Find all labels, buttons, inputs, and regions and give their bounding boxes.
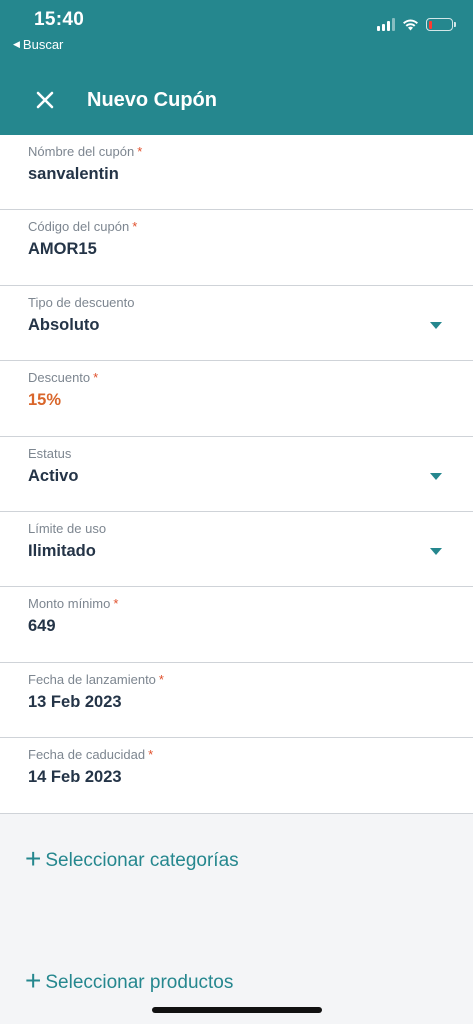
wifi-icon	[403, 19, 418, 31]
field-label: Tipo de descuento	[28, 294, 135, 310]
back-arrow-icon: ◀	[13, 39, 20, 49]
page-title: Nuevo Cupón	[87, 89, 217, 111]
plus-icon: +	[25, 965, 42, 996]
launch-date-field[interactable]: Fecha de lanzamiento * 13 Feb 2023	[0, 663, 473, 739]
minimum-amount-field[interactable]: Monto mínimo * 649	[0, 587, 473, 663]
field-label: Código del cupón *	[28, 219, 138, 235]
expiry-date-field[interactable]: Fecha de caducidad * 14 Feb 2023	[0, 738, 473, 814]
usage-limit-select[interactable]: Límite de uso Ilimitado	[0, 512, 473, 588]
field-label: Fecha de caducidad *	[28, 747, 154, 763]
field-label: Descuento *	[28, 370, 99, 386]
discount-type-value: Absoluto	[28, 315, 100, 334]
required-marker: *	[137, 144, 143, 159]
field-label: Nómbre del cupón *	[28, 144, 143, 159]
coupon-code-field[interactable]: Código del cupón * AMOR15	[0, 210, 473, 286]
close-button[interactable]	[32, 87, 58, 113]
chevron-down-icon[interactable]	[430, 547, 442, 555]
chevron-down-icon[interactable]	[430, 472, 442, 480]
coupon-form: Nómbre del cupón * sanvalentin Código del…	[0, 135, 473, 814]
close-icon	[36, 91, 54, 109]
required-marker: *	[158, 671, 164, 687]
back-to-search-link[interactable]: ◀ Buscar	[13, 37, 63, 52]
home-indicator	[152, 1007, 322, 1013]
field-label: Monto mínimo *	[28, 596, 119, 612]
back-link-label: Buscar	[22, 37, 64, 52]
coupon-name-input[interactable]: sanvalentin	[28, 165, 119, 184]
app-header: 15:40 ◀ Buscar Nuevo Cupón	[0, 0, 473, 135]
status-time: 15:40	[34, 9, 85, 30]
select-categories-button[interactable]: + Seleccionar categorías	[25, 843, 239, 874]
status-icons	[377, 18, 456, 31]
required-marker: *	[132, 219, 138, 235]
required-marker: *	[93, 370, 99, 386]
required-marker: *	[113, 596, 119, 612]
coupon-code-input[interactable]: AMOR15	[28, 240, 97, 259]
discount-field[interactable]: Descuento * 15%	[0, 361, 473, 437]
status-value: Activo	[28, 466, 79, 485]
select-products-button[interactable]: + Seleccionar productos	[25, 965, 234, 996]
discount-type-select[interactable]: Tipo de descuento Absoluto	[0, 286, 473, 362]
chevron-down-icon[interactable]	[430, 321, 442, 329]
usage-limit-value: Ilimitado	[28, 541, 96, 560]
expiry-date-input[interactable]: 14 Feb 2023	[28, 768, 122, 787]
discount-input[interactable]: 15%	[28, 391, 61, 410]
select-categories-label: Seleccionar categorías	[45, 849, 239, 871]
launch-date-input[interactable]: 13 Feb 2023	[28, 693, 122, 712]
required-marker: *	[148, 747, 154, 763]
signal-icon	[377, 18, 395, 31]
coupon-name-field[interactable]: Nómbre del cupón * sanvalentin	[0, 135, 473, 211]
field-label: Límite de uso	[28, 520, 107, 536]
minimum-amount-input[interactable]: 649	[28, 617, 56, 636]
plus-icon: +	[25, 843, 42, 874]
field-label: Fecha de lanzamiento *	[28, 671, 164, 687]
select-products-label: Seleccionar productos	[45, 971, 234, 993]
battery-icon	[426, 18, 456, 31]
status-select[interactable]: Estatus Activo	[0, 437, 473, 512]
field-label: Estatus	[28, 445, 72, 461]
